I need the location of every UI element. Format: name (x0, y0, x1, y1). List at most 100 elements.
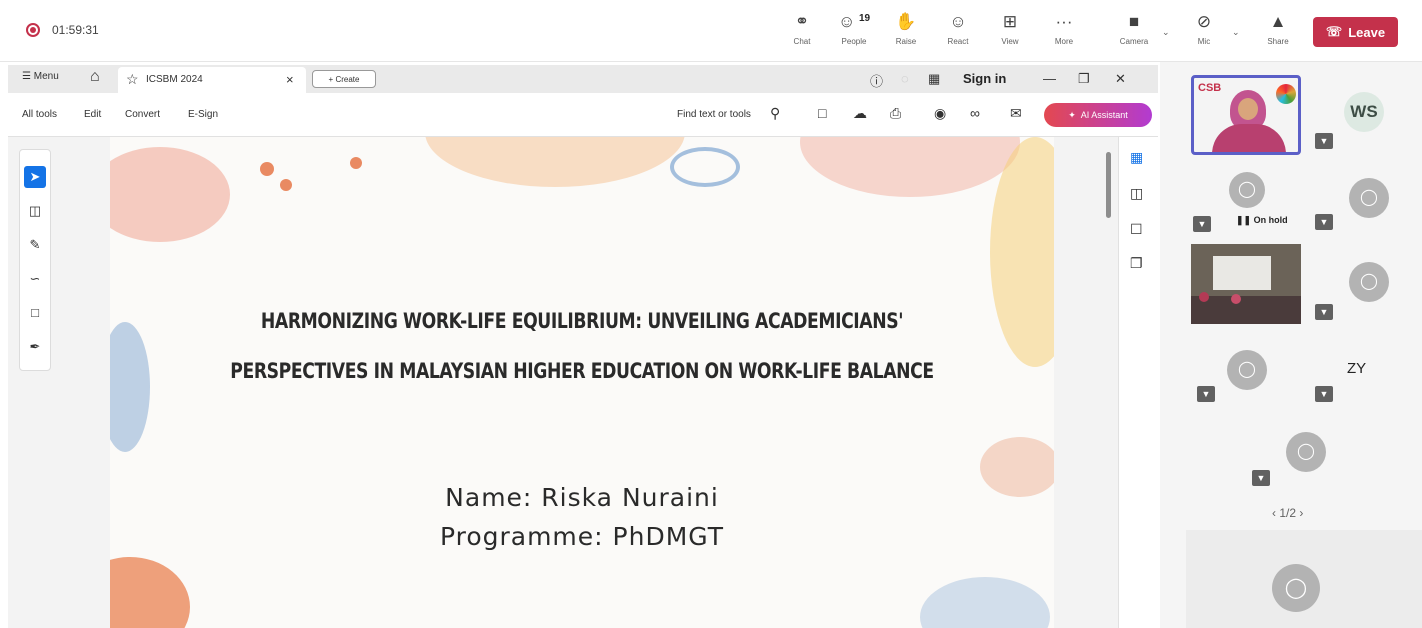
save-icon[interactable]: □ (818, 105, 826, 121)
speaker-face (1238, 98, 1258, 120)
decorative-blob (425, 137, 685, 187)
mic-button[interactable]: ⊘ Mic (1182, 10, 1226, 54)
react-button[interactable]: ☺ React (936, 10, 980, 54)
sdg-wheel (1276, 84, 1296, 104)
document-scroll-area (1054, 137, 1118, 628)
highlight-pen-icon[interactable]: ✎ (24, 234, 46, 256)
mic-muted-icon: ▼ (1315, 133, 1333, 149)
maximize-icon[interactable]: ❐ (1078, 71, 1090, 87)
find-text-input[interactable]: Find text or tools (677, 109, 751, 120)
right-side-panel: ▦ ◫ ☐ ❐ (1118, 137, 1158, 628)
presenter-programme: Programme: PhDMGT (439, 522, 725, 551)
avatar-icon: ◯ (1349, 262, 1389, 302)
more-dots-icon: ··· (1055, 12, 1073, 31)
decorative-blob (800, 137, 1020, 197)
camera-button[interactable]: ■ Camera (1112, 10, 1156, 54)
esign-menu[interactable]: E-Sign (188, 109, 218, 120)
all-tools-menu[interactable]: All tools (22, 109, 57, 120)
room-video-tile[interactable] (1191, 244, 1301, 324)
star-icon[interactable]: ☆ (126, 71, 139, 88)
acrobat-tab-bar: ☰ Menu ⌂ ☆ ICSBM 2024 × + Create ⓘ ◌ ▦ S… (8, 65, 1158, 93)
notification-icon[interactable]: ◌ (901, 71, 909, 86)
draw-lasso-icon[interactable]: ∽ (24, 268, 46, 290)
share-link-icon[interactable]: ◉ (934, 105, 946, 122)
search-icon[interactable]: ⚲ (770, 105, 780, 122)
participant-tile-on-hold[interactable]: ◯ ▼ (1191, 160, 1299, 238)
self-view-tile[interactable]: ◯ (1186, 530, 1422, 628)
acrobat-toolbar: All tools Edit Convert E-Sign Find text … (8, 93, 1158, 137)
audience-member (1199, 292, 1209, 302)
home-icon[interactable]: ⌂ (90, 68, 100, 86)
leave-button[interactable]: ☏ Leave (1313, 17, 1398, 47)
upload-cloud-icon[interactable]: ☁ (853, 105, 867, 122)
quick-tools-panel: ➤ ◫ ✎ ∽ □ ✒ (19, 149, 51, 371)
copy-pages-icon[interactable]: ❐ (1130, 255, 1143, 272)
menu-button[interactable]: ☰ Menu (22, 71, 59, 82)
decorative-blob (110, 147, 230, 242)
raise-hand-button[interactable]: ✋ Raise (884, 10, 928, 54)
help-icon[interactable]: ⓘ (870, 71, 883, 90)
presenter-name: Name: Riska Nuraini (445, 483, 719, 512)
comments-icon[interactable]: ◫ (1130, 185, 1143, 202)
slide-title-line-1: HARMONIZING WORK-LIFE EQUILIBRIUM: UNVEI… (260, 309, 904, 333)
pdf-slide: HARMONIZING WORK-LIFE EQUILIBRIUM: UNVEI… (110, 137, 1054, 628)
ai-assistant-button[interactable]: ✦ AI Assistant (1044, 103, 1152, 127)
participant-tile[interactable]: ◯ ▼ (1309, 244, 1417, 322)
people-button[interactable]: ☺ 19 People (832, 10, 876, 54)
apps-grid-icon[interactable]: ▦ (928, 71, 940, 87)
convert-menu[interactable]: Convert (125, 109, 160, 120)
participant-tile[interactable]: ◯ ▼ (1191, 328, 1299, 406)
camera-options-caret[interactable]: ⌄ (1162, 27, 1170, 38)
mic-muted-icon: ▼ (1197, 386, 1215, 402)
avatar-zy: ZY (1347, 360, 1367, 377)
minimize-icon[interactable]: — (1043, 71, 1056, 86)
decorative-dot (350, 157, 362, 169)
mic-off-icon: ⊘ (1196, 12, 1212, 31)
text-box-icon[interactable]: □ (24, 302, 46, 324)
participant-tile[interactable]: ◯ ▼ (1248, 412, 1356, 490)
comment-icon[interactable]: ◫ (24, 200, 46, 222)
select-cursor-icon[interactable]: ➤ (24, 166, 46, 188)
share-button[interactable]: ▲ Share (1256, 10, 1300, 54)
avatar-icon: ◯ (1227, 350, 1267, 390)
banner-text: CSB (1198, 82, 1222, 94)
mic-muted-icon: ▼ (1193, 216, 1211, 232)
edit-menu[interactable]: Edit (84, 109, 101, 120)
speaker-video-tile[interactable]: CSB (1191, 75, 1301, 155)
chat-button[interactable]: ⚭ Chat (780, 10, 824, 54)
avatar-ws: WS (1344, 92, 1384, 132)
ai-assistant-icon: ✦ (1068, 109, 1076, 120)
people-count: 19 (859, 13, 871, 24)
scrollbar-thumb[interactable] (1106, 152, 1111, 218)
decorative-blob (110, 322, 150, 452)
create-button[interactable]: + Create (312, 70, 376, 88)
edit-pdf-icon[interactable]: ▦ (1130, 149, 1143, 166)
decorative-blob (920, 577, 1050, 628)
mic-options-caret[interactable]: ⌄ (1232, 27, 1240, 38)
avatar-icon: ◯ (1349, 178, 1389, 218)
avatar-icon: ◯ (1286, 432, 1326, 472)
sign-icon[interactable]: ✒ (24, 336, 46, 358)
share-tray-icon: ▲ (1269, 12, 1287, 31)
sign-in-link[interactable]: Sign in (963, 71, 1006, 86)
mic-muted-icon: ▼ (1315, 214, 1333, 230)
document-tab-title: ICSBM 2024 (146, 74, 203, 85)
participant-tile-ws[interactable]: WS ▼ (1309, 75, 1417, 153)
mic-muted-icon: ▼ (1315, 304, 1333, 320)
email-icon[interactable]: ✉ (1010, 105, 1022, 122)
chat-icon: ⚭ (794, 12, 810, 31)
bookmark-icon[interactable]: ☐ (1130, 221, 1143, 238)
document-tab[interactable]: ☆ ICSBM 2024 × (118, 67, 306, 93)
avatar-icon: ◯ (1272, 564, 1320, 612)
print-icon[interactable]: ⎙ (890, 105, 901, 122)
participant-tile[interactable]: ◯ ▼ (1309, 160, 1417, 238)
participant-tile-zy[interactable]: ZY ▼ (1309, 328, 1417, 406)
participants-gallery: CSB WS ▼ ◯ ▼ ◯ ▼ ◯ ▼ ◯ ▼ ZY ▼ ◯ ▼ ◯ (1160, 62, 1422, 628)
audience-member (1231, 294, 1241, 304)
close-window-icon[interactable]: ✕ (1115, 71, 1126, 87)
close-tab-icon[interactable]: × (286, 72, 294, 87)
view-button[interactable]: ⊞ View (988, 10, 1032, 54)
more-button[interactable]: ··· More (1042, 10, 1086, 54)
link-icon[interactable]: ∞ (970, 105, 980, 121)
gallery-pager[interactable]: ‹ 1/2 › (1272, 506, 1303, 520)
